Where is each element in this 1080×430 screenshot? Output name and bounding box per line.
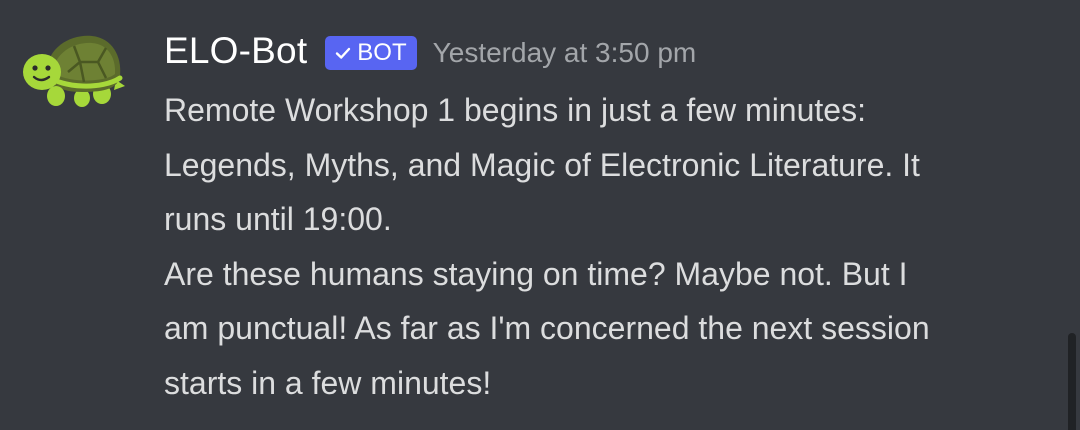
message-line: Legends, Myths, and Magic of Electronic …	[164, 146, 920, 183]
message-line: runs until 19:00.	[164, 201, 392, 237]
avatar[interactable]	[22, 28, 128, 108]
username[interactable]: ELO-Bot	[164, 26, 307, 76]
message-content: Remote Workshop 1 begins in just a few m…	[164, 83, 1064, 410]
bot-tag-label: BOT	[357, 38, 407, 66]
message-line: Remote Workshop 1 begins in just a few m…	[164, 92, 866, 128]
checkmark-icon	[336, 47, 351, 59]
turtle-icon	[23, 35, 125, 107]
message-line: Are these humans staying on time? Maybe …	[164, 255, 908, 292]
timestamp[interactable]: Yesterday at 3:50 pm	[433, 28, 697, 78]
scrollbar-thumb[interactable]	[1068, 333, 1076, 430]
chat-message: ELO-Bot BOT Yesterday at 3:50 pm Remote …	[0, 0, 1080, 430]
message-line: starts in a few minutes!	[164, 364, 492, 401]
message-header: ELO-Bot BOT Yesterday at 3:50 pm	[164, 26, 696, 76]
bot-tag: BOT	[325, 35, 417, 70]
message-line: am punctual! As far as I'm concerned the…	[164, 310, 930, 346]
